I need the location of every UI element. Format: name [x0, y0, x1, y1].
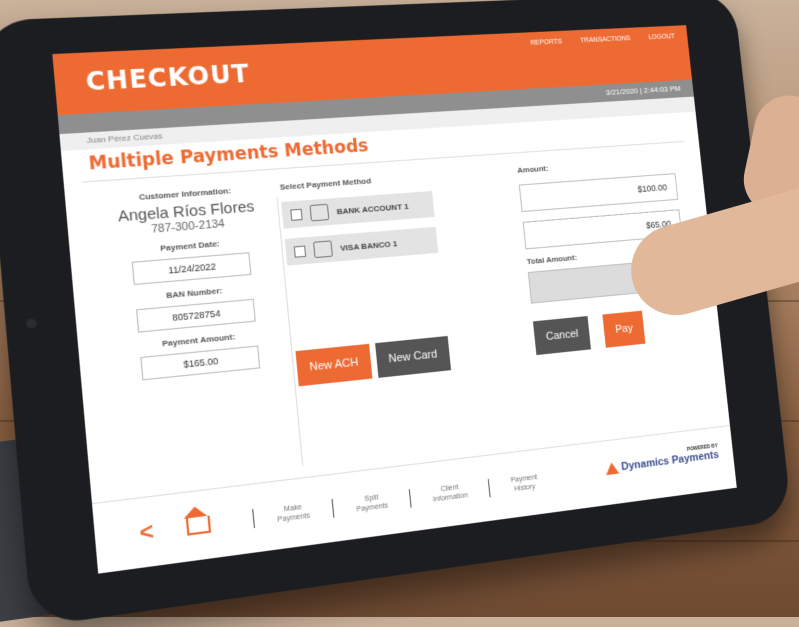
footer-label: History: [514, 483, 536, 494]
new-ach-button[interactable]: New ACH: [295, 343, 373, 387]
footer-client-information[interactable]: Client Information: [408, 479, 490, 508]
checkbox[interactable]: [290, 208, 303, 221]
method-label: BANK ACCOUNT 1: [336, 201, 409, 216]
camera-icon: [25, 318, 37, 329]
back-arrow-icon[interactable]: <: [138, 517, 155, 547]
datetime: 3/21/2020 | 2:44:03 PM: [605, 84, 681, 97]
method-buttons: New ACH New Card: [295, 335, 451, 387]
amount-label: Amount:: [516, 163, 549, 175]
new-card-button[interactable]: New Card: [374, 335, 451, 378]
payment-amount-field[interactable]: $165.00: [140, 345, 261, 381]
logo-triangle-icon: [604, 461, 620, 476]
customer-panel: Customer Information: Angela Ríos Flores…: [108, 176, 276, 382]
bank-icon: [309, 203, 330, 222]
screen: CHECKOUT REPORTS TRANSACTIONS LOGOUT 3/2…: [52, 25, 737, 574]
cancel-button[interactable]: Cancel: [532, 315, 592, 356]
methods-panel: Select Payment Method BANK ACCOUNT 1 VIS…: [279, 164, 439, 266]
nav-transactions[interactable]: TRANSACTIONS: [580, 35, 631, 44]
brand-title: CHECKOUT: [84, 59, 252, 97]
pay-button[interactable]: Pay: [602, 310, 646, 348]
footer-make-payments[interactable]: Make Payments: [251, 499, 334, 529]
method-visa[interactable]: VISA BANCO 1: [284, 226, 439, 266]
method-bank-account[interactable]: BANK ACCOUNT 1: [281, 190, 435, 229]
methods-label: Select Payment Method: [279, 176, 372, 192]
home-icon[interactable]: [185, 515, 211, 536]
footer-nav: Make Payments Split Payments Client Informa…: [251, 470, 560, 529]
ban-field[interactable]: 805728754: [136, 298, 256, 333]
top-nav: REPORTS TRANSACTIONS LOGOUT: [530, 33, 675, 47]
nav-reports[interactable]: REPORTS: [530, 39, 562, 47]
footer-payment-history[interactable]: Payment History: [487, 470, 560, 498]
card-icon: [313, 240, 333, 259]
amount-field-1[interactable]: $100.00: [518, 173, 679, 213]
tablet: CHECKOUT REPORTS TRANSACTIONS LOGOUT 3/2…: [0, 0, 793, 627]
checkbox[interactable]: [293, 245, 307, 258]
footer: < Make Payments Split Payments Client Infor…: [91, 424, 737, 574]
footer-split-payments[interactable]: Split Payments: [331, 489, 411, 518]
method-label: VISA BANCO 1: [339, 238, 398, 253]
dynamics-payments-logo: POWERED BY Dynamics Payments: [604, 443, 719, 476]
nav-logout[interactable]: LOGOUT: [648, 33, 675, 41]
payment-date-field[interactable]: 11/24/2022: [131, 252, 252, 286]
